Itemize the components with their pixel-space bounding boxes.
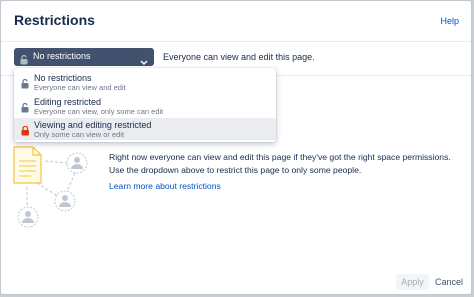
option-subtitle: Everyone can view, only some can edit — [34, 107, 164, 116]
restriction-dropdown-menu: No restrictions Everyone can view and ed… — [14, 68, 276, 142]
option-subtitle: Everyone can view and edit — [34, 83, 126, 92]
option-editing-restricted[interactable]: Editing restricted Everyone can view, on… — [14, 95, 276, 119]
help-link[interactable]: Help — [440, 16, 459, 26]
option-viewing-editing-restricted[interactable]: Viewing and editing restricted Only some… — [14, 118, 276, 140]
restriction-description: Everyone can view and edit this page. — [163, 52, 315, 62]
lock-icon — [21, 123, 30, 141]
option-title: Viewing and editing restricted — [34, 120, 152, 130]
restriction-select-value: No restrictions — [33, 51, 91, 61]
option-no-restrictions[interactable]: No restrictions Everyone can view and ed… — [14, 71, 276, 95]
dialog-title: Restrictions — [14, 12, 95, 28]
option-title: No restrictions — [34, 73, 92, 83]
info-text: Right now everyone can view and edit thi… — [109, 151, 461, 176]
info-line-2: Use the dropdown above to restrict this … — [109, 164, 362, 175]
option-title: Editing restricted — [34, 97, 102, 107]
unlocked-icon — [21, 76, 30, 94]
dialog-header: Restrictions Help — [1, 1, 471, 42]
restrictions-illustration — [11, 141, 101, 241]
restriction-select[interactable]: No restrictions — [14, 48, 154, 66]
restrictions-dialog: Restrictions Help No restrictions Everyo… — [0, 0, 472, 295]
option-subtitle: Only some can view or edit — [34, 130, 125, 139]
cancel-button[interactable]: Cancel — [435, 274, 463, 290]
learn-more-link[interactable]: Learn more about restrictions — [109, 181, 221, 191]
info-line-1: Right now everyone can view and edit thi… — [109, 152, 451, 162]
apply-button[interactable]: Apply — [396, 274, 429, 290]
unlocked-icon — [21, 100, 30, 118]
